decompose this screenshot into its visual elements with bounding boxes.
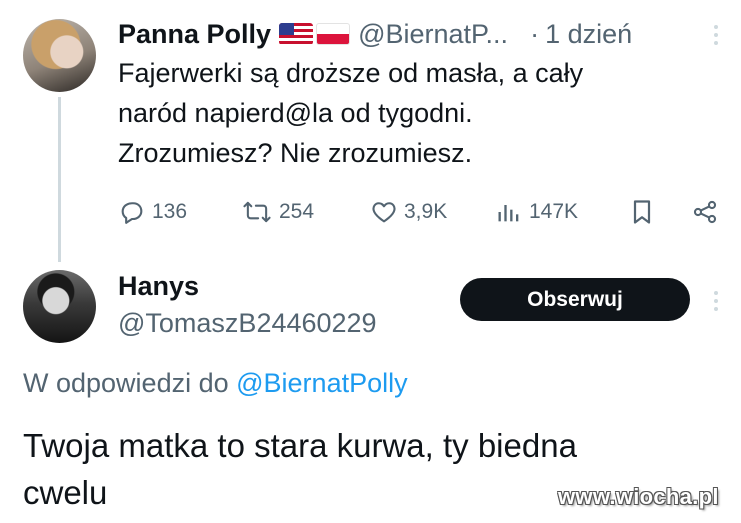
tweet-actions: 136 254 3,9K 147K bbox=[118, 194, 723, 230]
reply-count: 136 bbox=[152, 200, 188, 223]
follow-button[interactable]: Obserwuj bbox=[460, 278, 690, 321]
views-icon bbox=[498, 205, 519, 222]
retweet-icon bbox=[243, 201, 271, 223]
reply-context: W odpowiedzi do @BiernatPolly bbox=[23, 365, 408, 401]
tweet-text: Fajerwerki są droższe od masła, a cały n… bbox=[118, 58, 584, 168]
like-count: 3,9K bbox=[404, 200, 448, 223]
heart-icon bbox=[372, 202, 396, 223]
share-button[interactable] bbox=[690, 194, 720, 230]
avatar-panna-polly[interactable] bbox=[23, 19, 96, 92]
separator-dot: · bbox=[530, 19, 540, 49]
reply-prefix: W odpowiedzi do bbox=[23, 368, 237, 398]
display-name[interactable]: Hanys bbox=[118, 268, 199, 304]
pl-flag-icon bbox=[316, 23, 351, 45]
tweet-time[interactable]: 1 dzień bbox=[545, 16, 632, 52]
tweet-header: Panna Polly @BiernatP... · 1 dzień bbox=[118, 16, 632, 52]
user-handle[interactable]: @TomaszB24460229 bbox=[118, 305, 377, 341]
share-icon bbox=[693, 200, 717, 224]
like-button[interactable]: 3,9K bbox=[370, 194, 447, 230]
thread-line bbox=[58, 97, 61, 262]
retweet-button[interactable]: 254 bbox=[241, 194, 314, 230]
flag-emojis bbox=[279, 23, 351, 45]
more-options-icon[interactable] bbox=[714, 25, 720, 45]
views-button[interactable]: 147K bbox=[495, 194, 578, 230]
more-options-icon[interactable] bbox=[714, 291, 720, 311]
reply-button[interactable]: 136 bbox=[118, 194, 187, 230]
bookmark-button[interactable] bbox=[629, 194, 655, 230]
display-name[interactable]: Panna Polly bbox=[118, 16, 271, 52]
user-handle[interactable]: @BiernatP... bbox=[358, 16, 508, 52]
watermark: www.wiocha.pl bbox=[558, 484, 719, 509]
views-count: 147K bbox=[529, 200, 579, 223]
bookmark-icon bbox=[633, 200, 651, 224]
retweet-count: 254 bbox=[279, 200, 315, 223]
us-flag-icon bbox=[279, 23, 314, 45]
reply-icon bbox=[121, 202, 143, 224]
avatar-hanys[interactable] bbox=[23, 270, 96, 343]
reply-mention-link[interactable]: @BiernatPolly bbox=[236, 368, 407, 398]
